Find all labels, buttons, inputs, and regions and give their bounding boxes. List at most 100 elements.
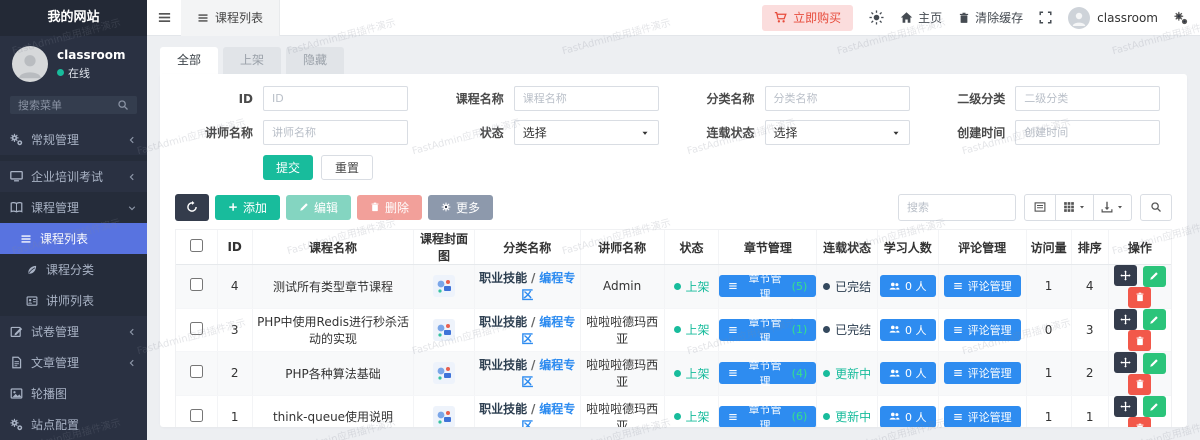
sidebar-item-teacher-list[interactable]: 讲师列表 [0, 285, 147, 316]
category-link[interactable]: 编程专区 [521, 402, 575, 427]
row-edit-button[interactable] [1143, 309, 1166, 330]
tab-online[interactable]: 上架 [223, 47, 281, 74]
comment-manage-button[interactable]: 评论管理 [944, 406, 1021, 427]
students-badge[interactable]: 0 人 [880, 319, 936, 341]
sidebar-item-site-config[interactable]: 站点配置 [0, 409, 147, 440]
search-icon[interactable] [117, 99, 129, 111]
chapter-manage-button[interactable]: 章节管理(5) [719, 275, 816, 297]
teacher-name-filter-input[interactable] [263, 120, 408, 145]
chapter-manage-button[interactable]: 章节管理(1) [719, 319, 816, 341]
reset-button[interactable]: 重置 [321, 155, 373, 180]
create-time-filter-input[interactable] [1015, 120, 1160, 145]
row-edit-button[interactable] [1143, 266, 1166, 287]
sub-category-filter-input[interactable] [1015, 86, 1160, 111]
comment-manage-button[interactable]: 评论管理 [944, 362, 1021, 384]
students-badge[interactable]: 0 人 [880, 362, 936, 384]
submit-button[interactable]: 提交 [263, 155, 313, 180]
row-edit-button[interactable] [1143, 353, 1166, 374]
col-header-students[interactable]: 学习人数 [877, 230, 938, 265]
refresh-button[interactable] [175, 194, 209, 221]
row-checkbox[interactable] [190, 409, 203, 422]
chapter-manage-button[interactable]: 章节管理(4) [719, 362, 816, 384]
course-cover-image[interactable] [433, 362, 455, 384]
chapter-manage-button[interactable]: 章节管理(6) [719, 406, 816, 427]
sidebar-item-course-mgmt[interactable]: 课程管理 [0, 192, 147, 223]
col-header-id[interactable]: ID [217, 230, 252, 265]
course-cover-image[interactable] [433, 319, 455, 341]
col-header-cover[interactable]: 课程封面图 [414, 230, 475, 265]
col-header-category[interactable]: 分类名称 [474, 230, 580, 265]
drag-sort-button[interactable] [1114, 309, 1137, 330]
drag-sort-button[interactable] [1114, 396, 1137, 417]
row-delete-button[interactable] [1128, 374, 1151, 395]
sidebar-item-article-mgmt[interactable]: 文章管理 [0, 347, 147, 378]
course-cover-image[interactable] [433, 406, 455, 427]
settings-gear-icon[interactable] [1174, 11, 1188, 25]
id-filter-input[interactable] [263, 86, 408, 111]
sidebar-search-input[interactable] [18, 99, 117, 112]
col-header-comments[interactable]: 评论管理 [938, 230, 1026, 265]
drag-sort-button[interactable] [1114, 352, 1137, 373]
site-brand[interactable]: 我的网站 [0, 0, 147, 36]
col-header-chapters[interactable]: 章节管理 [719, 230, 817, 265]
category-name-filter-input[interactable] [765, 86, 910, 111]
row-edit-button[interactable] [1143, 396, 1166, 417]
row-delete-button[interactable] [1128, 330, 1151, 351]
sidebar-item-training[interactable]: 企业培训考试 [0, 161, 147, 192]
row-delete-button[interactable] [1128, 417, 1151, 427]
sidebar-toggle-button[interactable] [147, 0, 181, 36]
export-button[interactable] [1094, 194, 1132, 221]
table-search-input[interactable] [898, 194, 1016, 221]
sidebar-item-course-category[interactable]: 课程分类 [0, 254, 147, 285]
tab-hidden[interactable]: 隐藏 [286, 47, 344, 74]
col-header-actions[interactable]: 操作 [1108, 230, 1171, 265]
status-filter-select[interactable]: 选择 [514, 120, 659, 145]
course-cover-image[interactable] [433, 275, 455, 297]
course-name-filter-input[interactable] [514, 86, 659, 111]
category-link[interactable]: 编程专区 [521, 358, 575, 389]
avatar[interactable] [12, 46, 48, 82]
tab-all[interactable]: 全部 [160, 47, 218, 74]
search-toggle-button[interactable] [1140, 194, 1172, 221]
sidebar-item-banner[interactable]: 轮播图 [0, 378, 147, 409]
comment-manage-button[interactable]: 评论管理 [944, 275, 1021, 297]
serial-status-filter-select[interactable]: 选择 [765, 120, 910, 145]
select-all-checkbox[interactable] [190, 239, 203, 252]
table-header-row: ID 课程名称 课程封面图 分类名称 讲师名称 状态 章节管理 连载状态 学习人… [176, 230, 1171, 265]
tab-course-list[interactable]: 课程列表 [181, 0, 280, 36]
drag-sort-button[interactable] [1114, 265, 1137, 286]
columns-button[interactable] [1056, 194, 1094, 221]
col-header-status[interactable]: 状态 [664, 230, 719, 265]
sidebar-item-exam-mgmt[interactable]: 试卷管理 [0, 316, 147, 347]
row-checkbox[interactable] [190, 278, 203, 291]
user-menu[interactable]: classroom [1068, 7, 1158, 29]
category-link[interactable]: 编程专区 [521, 315, 575, 346]
filter-tabs: 全部 上架 隐藏 [160, 47, 1187, 74]
col-header-teacher[interactable]: 讲师名称 [580, 230, 664, 265]
buy-now-button[interactable]: 立即购买 [762, 5, 853, 31]
col-header-visits[interactable]: 访问量 [1026, 230, 1071, 265]
main-area: 课程列表 立即购买 主页 清除缓存 cla [147, 0, 1200, 440]
detail-view-button[interactable] [1024, 194, 1056, 221]
row-checkbox[interactable] [190, 322, 203, 335]
col-header-serial[interactable]: 连载状态 [817, 230, 878, 265]
row-delete-button[interactable] [1128, 287, 1151, 308]
category-link[interactable]: 编程专区 [521, 271, 575, 302]
theme-toggle-button[interactable] [869, 10, 884, 25]
col-header-sort[interactable]: 排序 [1071, 230, 1108, 265]
students-badge[interactable]: 0 人 [880, 275, 936, 297]
edit-button[interactable]: 编辑 [286, 195, 351, 220]
add-button[interactable]: 添加 [215, 195, 280, 220]
col-header-name[interactable]: 课程名称 [252, 230, 413, 265]
delete-button[interactable]: 删除 [357, 195, 422, 220]
comment-manage-button[interactable]: 评论管理 [944, 319, 1021, 341]
more-button[interactable]: 更多 [428, 195, 493, 220]
sidebar-item-general[interactable]: 常规管理 [0, 124, 147, 155]
clear-cache-button[interactable]: 清除缓存 [958, 9, 1023, 26]
home-link[interactable]: 主页 [900, 9, 942, 26]
fullscreen-button[interactable] [1039, 11, 1052, 24]
user-panel: classroom 在线 [0, 36, 147, 90]
row-checkbox[interactable] [190, 365, 203, 378]
sidebar-item-course-list[interactable]: 课程列表 [0, 223, 147, 254]
students-badge[interactable]: 0 人 [880, 406, 936, 427]
